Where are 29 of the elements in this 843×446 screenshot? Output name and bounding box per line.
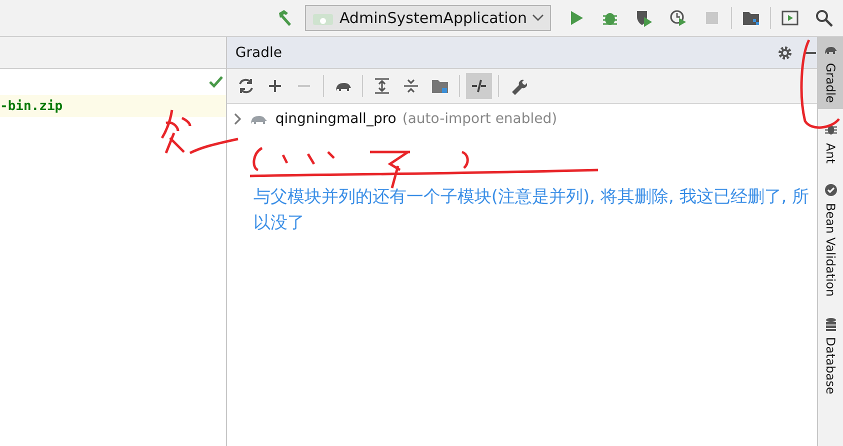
stop-icon [703, 9, 721, 27]
minus-icon [298, 85, 310, 87]
tree-item[interactable]: qingningmall_pro (auto-import enabled) [233, 108, 818, 130]
refresh-icon [237, 77, 256, 95]
tool-window-tab[interactable]: Ant [818, 116, 843, 170]
annotation-text: 与父模块并列的还有一个子模块(注意是并列), 将其删除, 我这已经删了, 所以没了 [252, 186, 810, 235]
tool-window-tab[interactable]: Gradle [818, 37, 843, 109]
tool-window-tab[interactable]: Bean Validation [818, 177, 843, 304]
tool-window-tab[interactable]: Database [818, 311, 843, 400]
settings-icon[interactable] [777, 44, 794, 60]
database-icon [824, 317, 838, 332]
clock-play-icon [669, 9, 687, 27]
code-text: -bin.zip [0, 98, 63, 114]
run-configuration-dropdown[interactable]: AdminSystemApplication [305, 5, 551, 31]
shield-play-icon [635, 9, 653, 27]
collapse-icon [402, 77, 420, 95]
folder-grid-icon [742, 9, 760, 27]
panel-title: Gradle [235, 44, 283, 60]
terminal-icon [781, 9, 799, 27]
expand-icon [373, 77, 392, 95]
toggle-button[interactable] [466, 73, 492, 99]
project-note: (auto-import enabled) [402, 111, 558, 127]
search-icon [815, 9, 833, 27]
checkmark-icon [208, 75, 224, 89]
toggle-icon [470, 77, 488, 95]
project-name: qingningmall_pro [275, 111, 396, 127]
check-circle-icon [824, 183, 838, 198]
caret-icon [532, 14, 544, 22]
folder-icon [431, 77, 450, 95]
